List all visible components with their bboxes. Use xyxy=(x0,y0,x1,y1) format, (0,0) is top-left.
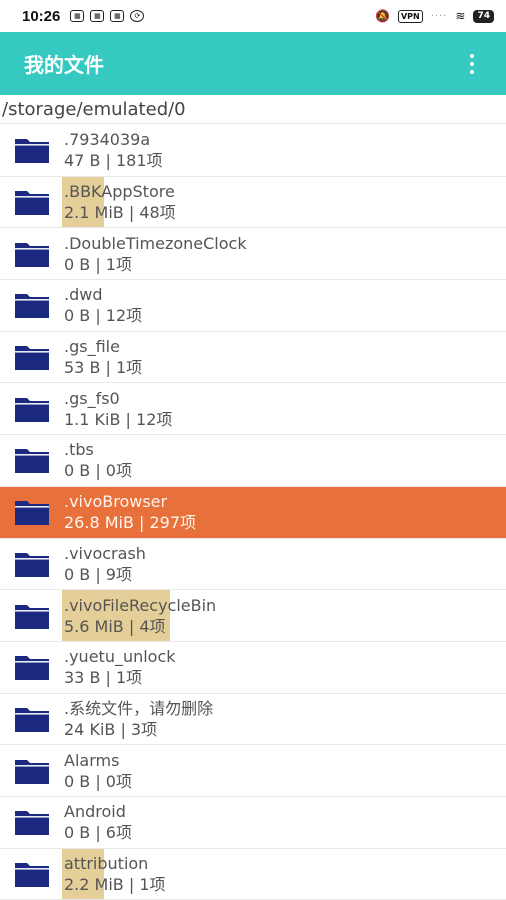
file-name: .yuetu_unlock xyxy=(64,647,176,667)
file-meta: 47 B | 181项 xyxy=(64,151,163,171)
file-meta: 0 B | 12项 xyxy=(64,306,143,326)
file-text: .7934039a 47 B | 181项 xyxy=(64,129,163,171)
file-list-item[interactable]: .vivocrash 0 B | 9项 xyxy=(0,539,506,591)
file-text: Android 0 B | 6项 xyxy=(64,801,132,843)
file-name: .vivoFileRecycleBin xyxy=(64,595,217,615)
notification-icon: ▦ xyxy=(110,10,125,22)
file-name: .7934039a xyxy=(64,130,151,150)
battery-icon: 74 xyxy=(473,9,494,23)
file-meta: 0 B | 9项 xyxy=(64,564,132,584)
file-list-item[interactable]: Android 0 B | 6项 xyxy=(0,797,506,849)
folder-icon xyxy=(14,240,50,268)
file-text: .gs_fs0 1.1 KiB | 12项 xyxy=(64,388,172,430)
file-meta: 0 B | 6项 xyxy=(64,823,132,843)
file-meta: 0 B | 0项 xyxy=(64,771,132,791)
file-list-item[interactable]: .DoubleTimezoneClock 0 B | 1项 xyxy=(0,228,506,281)
folder-icon xyxy=(14,860,50,888)
file-name: .tbs xyxy=(64,440,94,460)
file-text: Alarms 0 B | 0项 xyxy=(64,750,132,792)
folder-icon xyxy=(14,291,50,319)
app-bar: 我的文件 xyxy=(0,32,506,95)
file-name: Android xyxy=(64,802,126,822)
file-meta: 0 B | 1项 xyxy=(64,254,132,274)
notification-icon: ▦ xyxy=(90,10,105,22)
status-right: 🔕 VPN ···· ≋ 74 xyxy=(375,9,494,23)
file-text: .vivoBrowser 26.8 MiB | 297项 xyxy=(64,491,196,533)
folder-icon xyxy=(14,808,50,836)
wifi-icon: ≋ xyxy=(455,9,466,23)
notification-icon: ⟳ xyxy=(130,10,145,22)
file-meta: 2.2 MiB | 1项 xyxy=(64,874,166,894)
file-text: .tbs 0 B | 0项 xyxy=(64,439,132,481)
more-options-button[interactable] xyxy=(462,49,482,79)
folder-icon xyxy=(14,188,50,216)
folder-icon xyxy=(14,757,50,785)
status-time: 10:26 xyxy=(22,7,61,25)
file-list-item[interactable]: .vivoFileRecycleBin 5.6 MiB | 4项 xyxy=(0,590,506,642)
file-list-item[interactable]: Alarms 0 B | 0项 xyxy=(0,745,506,797)
more-vert-icon xyxy=(470,53,474,58)
file-meta: 2.1 MiB | 48项 xyxy=(64,203,176,223)
folder-icon xyxy=(14,498,50,526)
notification-icon: ▦ xyxy=(70,10,85,22)
page-title: 我的文件 xyxy=(24,53,104,77)
file-text: .vivocrash 0 B | 9项 xyxy=(64,543,146,585)
current-path: /storage/emulated/0 xyxy=(0,95,506,124)
file-name: .vivocrash xyxy=(64,543,146,563)
signal-icon: ···· xyxy=(430,10,448,22)
file-name: .DoubleTimezoneClock xyxy=(64,233,247,253)
folder-icon xyxy=(14,602,50,630)
file-name: .BBKAppStore xyxy=(64,182,175,202)
file-list: .7934039a 47 B | 181项 .BBKAppStore 2.1 MiB … xyxy=(0,125,506,900)
file-text: .系统文件，请勿删除 24 KiB | 3项 xyxy=(64,698,213,740)
file-name: .gs_file xyxy=(64,337,120,357)
file-list-item[interactable]: .gs_file 53 B | 1项 xyxy=(0,332,506,384)
file-meta: 53 B | 1项 xyxy=(64,358,143,378)
file-meta: 33 B | 1项 xyxy=(64,668,143,688)
file-meta: 26.8 MiB | 297项 xyxy=(64,513,197,533)
file-list-item[interactable]: .yuetu_unlock 33 B | 1项 xyxy=(0,642,506,694)
file-text: .gs_file 53 B | 1项 xyxy=(64,336,142,378)
file-list-item[interactable]: .dwd 0 B | 12项 xyxy=(0,280,506,332)
vpn-icon: VPN xyxy=(397,9,423,23)
file-name: .vivoBrowser xyxy=(64,492,168,512)
folder-icon xyxy=(14,395,50,423)
file-meta: 0 B | 0项 xyxy=(64,461,132,481)
file-name: .系统文件，请勿删除 xyxy=(64,698,214,718)
file-list-item[interactable]: .BBKAppStore 2.1 MiB | 48项 xyxy=(0,176,506,229)
file-text: .vivoFileRecycleBin 5.6 MiB | 4项 xyxy=(64,595,216,637)
file-list-item[interactable]: attribution 2.2 MiB | 1项 xyxy=(0,848,506,900)
file-list-item[interactable]: .vivoBrowser 26.8 MiB | 297项 xyxy=(0,486,506,539)
file-meta: 1.1 KiB | 12项 xyxy=(64,409,173,429)
file-list-item[interactable]: .7934039a 47 B | 181项 xyxy=(0,125,506,177)
folder-icon xyxy=(14,446,50,474)
file-text: .DoubleTimezoneClock 0 B | 1项 xyxy=(64,233,247,275)
folder-icon xyxy=(14,550,50,578)
file-list-item[interactable]: .tbs 0 B | 0项 xyxy=(0,435,506,487)
file-list-item[interactable]: .gs_fs0 1.1 KiB | 12项 xyxy=(0,383,506,436)
file-meta: 24 KiB | 3项 xyxy=(64,719,158,739)
file-name: .dwd xyxy=(64,285,103,305)
file-text: .yuetu_unlock 33 B | 1项 xyxy=(64,646,176,688)
file-name: .gs_fs0 xyxy=(64,388,120,408)
status-bar: 10:26 ▦ ▦ ▦ ⟳ 🔕 VPN ···· ≋ 74 xyxy=(0,0,506,32)
file-text: .BBKAppStore 2.1 MiB | 48项 xyxy=(64,181,176,223)
file-text: attribution 2.2 MiB | 1项 xyxy=(64,853,166,895)
folder-icon xyxy=(14,705,50,733)
file-name: Alarms xyxy=(64,750,120,770)
folder-icon xyxy=(14,343,50,371)
folder-icon xyxy=(14,653,50,681)
folder-icon xyxy=(14,136,50,164)
file-list-item[interactable]: .系统文件，请勿删除 24 KiB | 3项 xyxy=(0,694,506,746)
mute-icon: 🔕 xyxy=(374,9,390,23)
file-name: attribution xyxy=(64,853,149,873)
file-meta: 5.6 MiB | 4项 xyxy=(64,616,166,636)
file-text: .dwd 0 B | 12项 xyxy=(64,284,142,326)
